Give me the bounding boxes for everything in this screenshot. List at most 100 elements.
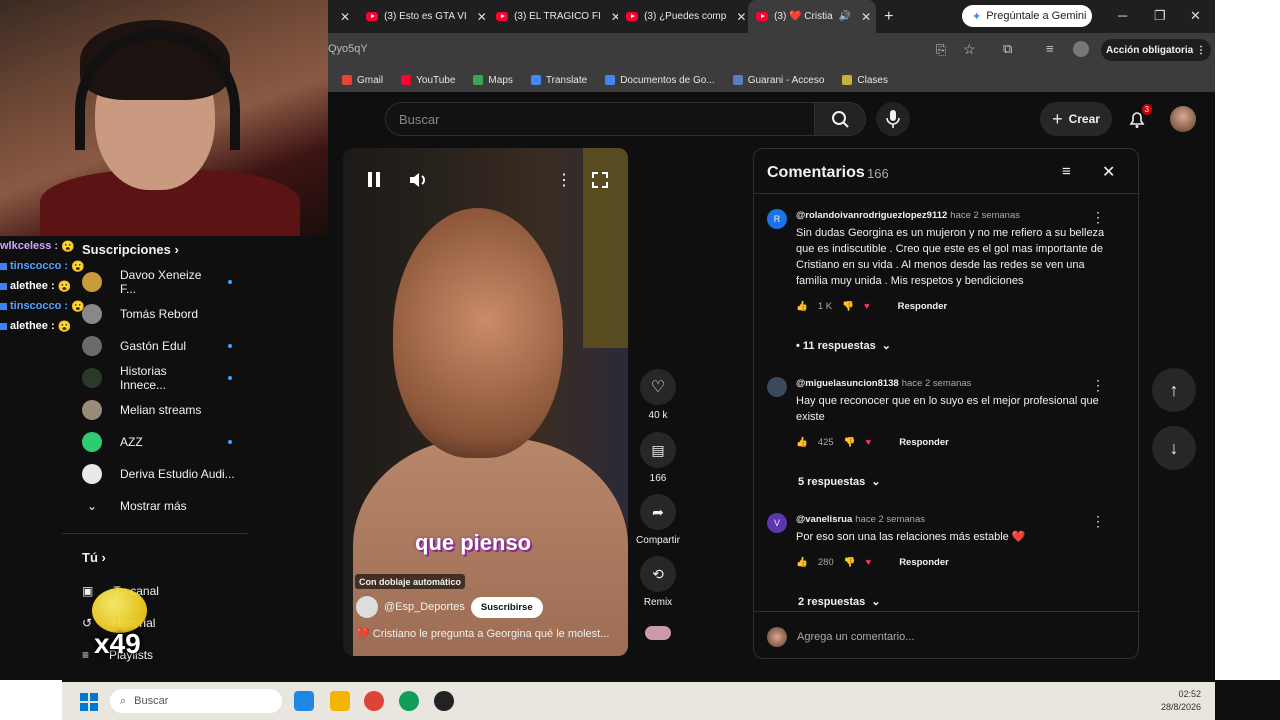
- address-bar[interactable]: Qyo5qY ⎘ ☆ ⧉ ≡: [328, 33, 1215, 68]
- new-tab-button[interactable]: +: [876, 0, 901, 33]
- required-action-button[interactable]: Acción obligatoria ⋮: [1101, 39, 1211, 61]
- avatar[interactable]: V: [767, 513, 787, 533]
- media-icon[interactable]: ≡: [1046, 41, 1054, 56]
- channel-name[interactable]: @Esp_Deportes: [384, 601, 465, 613]
- chrome-icon[interactable]: [399, 691, 419, 711]
- you-heading[interactable]: Tú ›: [82, 550, 106, 565]
- video-title[interactable]: 💔 Cristiano le pregunta a Georgina qué l…: [356, 627, 616, 640]
- create-button[interactable]: + Crear: [1040, 102, 1112, 136]
- channel-avatar[interactable]: [356, 596, 378, 618]
- remix-button[interactable]: ⟲ Remix: [638, 556, 678, 608]
- previous-short-button[interactable]: ↑: [1152, 368, 1196, 412]
- more-options-icon[interactable]: ⋮: [1091, 377, 1105, 394]
- live-dot: [228, 440, 232, 444]
- show-more-button[interactable]: ⌄ Mostrar más: [82, 490, 252, 522]
- close-window-button[interactable]: ✕: [1190, 8, 1201, 24]
- minimize-button[interactable]: ─: [1118, 8, 1127, 23]
- subscribe-button[interactable]: Suscribirse: [470, 596, 543, 618]
- replies-toggle[interactable]: 2 respuestas ⌄: [798, 595, 880, 609]
- add-comment-field[interactable]: Agrega un comentario...: [767, 627, 914, 647]
- more-options-icon[interactable]: ⋮: [1091, 513, 1105, 530]
- pause-icon[interactable]: [366, 170, 384, 190]
- bookmark-maps[interactable]: Maps: [473, 75, 513, 86]
- tab-puedes[interactable]: (3) ¿Puedes comp ✕: [618, 0, 748, 33]
- thumbs-down-icon[interactable]: 👎: [844, 437, 856, 448]
- system-clock[interactable]: 02:52 28/8/2026: [1161, 688, 1201, 714]
- sidebar-item-melian[interactable]: Melian streams: [82, 394, 252, 426]
- comment-author[interactable]: @vanelisrua: [796, 514, 852, 525]
- comment-author[interactable]: @miguelasuncion8138: [796, 378, 899, 389]
- sort-icon[interactable]: ≡: [1062, 163, 1071, 180]
- tab-close-prev[interactable]: ✕: [328, 0, 358, 33]
- thumbs-down-icon[interactable]: 👎: [842, 301, 854, 312]
- sound-thumbnail[interactable]: [645, 626, 671, 640]
- close-icon[interactable]: ✕: [611, 10, 618, 24]
- youtube-icon: [401, 75, 412, 85]
- tab-tragico[interactable]: (3) EL TRAGICO FI ✕: [488, 0, 618, 33]
- like-button[interactable]: ♡ 40 k: [638, 369, 678, 421]
- url-text[interactable]: Qyo5qY: [328, 43, 368, 55]
- gemini-button[interactable]: ✦ Pregúntale a Gemini: [962, 5, 1092, 27]
- youtube-icon: [756, 12, 769, 21]
- sidebar-item-historias[interactable]: Historias Innece...: [82, 362, 252, 394]
- thumbs-down-icon[interactable]: 👎: [844, 557, 856, 568]
- close-icon[interactable]: ✕: [861, 10, 871, 24]
- bookmark-translate[interactable]: Translate: [530, 75, 587, 86]
- close-icon[interactable]: ✕: [477, 10, 487, 24]
- comments-panel: Comentarios 166 ≡ ✕ R @rolandoivanrodrig…: [753, 148, 1140, 659]
- tab-gta[interactable]: (3) Esto es GTA VI ✕: [358, 0, 488, 33]
- install-icon[interactable]: ⎘: [936, 42, 946, 58]
- next-short-button[interactable]: ↓: [1152, 426, 1196, 470]
- sparkle-icon: ✦: [972, 10, 982, 23]
- close-icon[interactable]: ✕: [1102, 162, 1115, 182]
- thumbs-up-icon[interactable]: 👍: [796, 557, 808, 568]
- reply-button[interactable]: Responder: [899, 437, 949, 448]
- chevron-down-icon: ⌄: [881, 340, 891, 352]
- avatar[interactable]: R: [767, 209, 787, 229]
- profile-icon[interactable]: [1073, 41, 1089, 57]
- account-avatar[interactable]: [1170, 106, 1196, 132]
- voice-search-button[interactable]: [876, 102, 910, 136]
- sidebar-item-deriva[interactable]: Deriva Estudio Audi...: [82, 458, 252, 490]
- sidebar-item-davoo[interactable]: Davoo Xeneize F...: [82, 266, 252, 298]
- bookmark-youtube[interactable]: YouTube: [401, 75, 455, 86]
- sidebar-item-azz[interactable]: AZZ: [82, 426, 252, 458]
- thumbs-up-icon[interactable]: 👍: [796, 301, 808, 312]
- extensions-icon[interactable]: ⧉: [1003, 41, 1012, 57]
- star-icon[interactable]: ☆: [963, 41, 976, 58]
- thumbs-up-icon[interactable]: 👍: [796, 437, 808, 448]
- more-options-icon[interactable]: ⋮: [556, 170, 572, 190]
- reply-button[interactable]: Responder: [899, 557, 949, 568]
- bookmark-guarani[interactable]: Guarani - Acceso: [732, 75, 824, 86]
- replies-toggle[interactable]: • 11 respuestas ⌄: [796, 339, 891, 353]
- speaker-icon[interactable]: 🔊: [839, 11, 851, 22]
- reply-button[interactable]: Responder: [898, 301, 948, 312]
- avatar: [82, 464, 102, 484]
- volume-icon[interactable]: [408, 170, 430, 190]
- more-options-icon[interactable]: ⋮: [1091, 209, 1105, 226]
- sidebar-item-tomas[interactable]: Tomás Rebord: [82, 298, 252, 330]
- search-button[interactable]: [814, 102, 866, 136]
- fullscreen-icon[interactable]: [590, 170, 610, 190]
- bookmark-docs[interactable]: Documentos de Go...: [605, 75, 715, 86]
- folder-icon[interactable]: [330, 691, 350, 711]
- share-button[interactable]: ➦ Compartir: [633, 494, 683, 546]
- taskbar-search[interactable]: ⌕ Buscar: [110, 689, 282, 713]
- tab-cristiano-active[interactable]: (3) ❤️ Cristia 🔊 ✕: [748, 0, 877, 33]
- store-icon[interactable]: [294, 691, 314, 711]
- replies-toggle[interactable]: 5 respuestas ⌄: [798, 475, 880, 489]
- bookmark-clases[interactable]: Clases: [842, 75, 888, 86]
- chrome-icon[interactable]: [364, 691, 384, 711]
- maximize-button[interactable]: ❐: [1154, 8, 1166, 24]
- obs-icon[interactable]: [434, 691, 454, 711]
- bookmark-gmail[interactable]: Gmail: [342, 75, 383, 86]
- search-input[interactable]: Buscar: [385, 102, 815, 136]
- comment-author[interactable]: @rolandoivanrodriguezlopez9112: [796, 210, 947, 221]
- avatar[interactable]: [767, 377, 787, 397]
- translate-icon: [530, 75, 541, 85]
- comments-button[interactable]: ▤ 166: [638, 432, 678, 484]
- close-icon[interactable]: ✕: [736, 10, 746, 24]
- sidebar-item-gaston[interactable]: Gastón Edul: [82, 330, 252, 362]
- windows-start-icon[interactable]: [80, 693, 98, 711]
- notifications-button[interactable]: 3: [1124, 104, 1152, 132]
